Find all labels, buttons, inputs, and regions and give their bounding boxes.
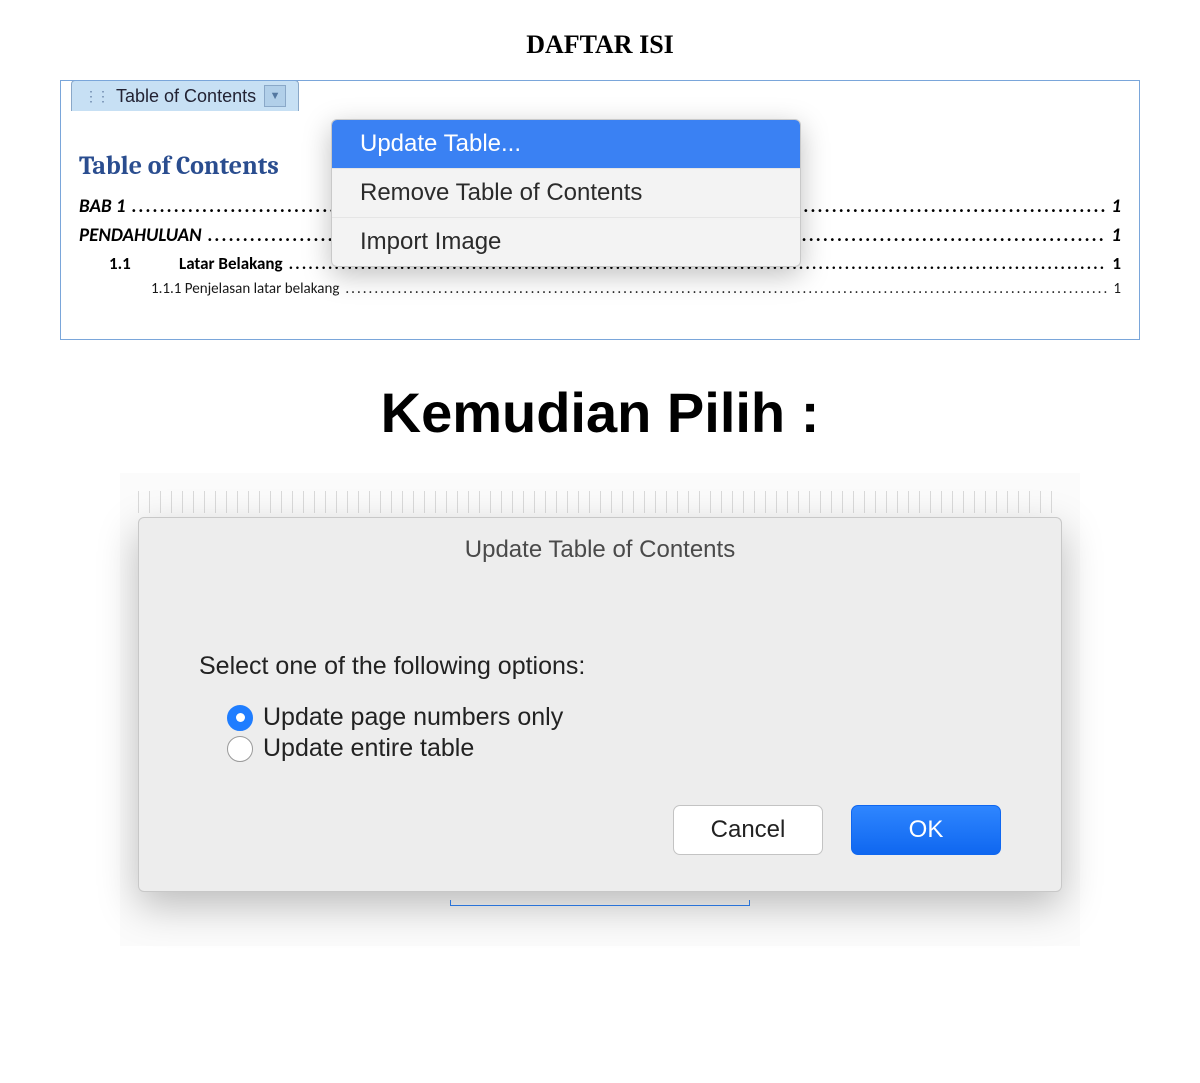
radio-label: Update entire table	[263, 734, 474, 763]
ok-button[interactable]: OK	[851, 805, 1001, 855]
dialog-backdrop: Update Table of Contents Select one of t…	[120, 473, 1080, 946]
drag-handle-icon[interactable]: ⋮⋮	[84, 88, 108, 105]
dialog-prompt: Select one of the following options:	[199, 652, 1001, 681]
radio-label: Update page numbers only	[263, 703, 563, 732]
toc-entry-page: 1	[1111, 224, 1121, 247]
chevron-down-icon[interactable]	[264, 85, 286, 107]
toc-entry-label: PENDAHULUAN	[79, 224, 202, 247]
update-toc-dialog: Update Table of Contents Select one of t…	[138, 517, 1062, 892]
toc-leader-dots	[345, 280, 1107, 298]
toc-entry-label: BAB 1	[79, 195, 126, 218]
toc-sub2entry-label: 1.1.1 Penjelasan latar belakang	[151, 280, 339, 298]
dialog-title: Update Table of Contents	[139, 518, 1061, 582]
menu-item-remove-toc[interactable]: Remove Table of Contents	[332, 168, 800, 217]
menu-item-import-image[interactable]: Import Image	[332, 217, 800, 266]
context-menu: Update Table... Remove Table of Contents…	[331, 119, 801, 267]
ruler-icon	[138, 491, 1062, 513]
toc-container[interactable]: ⋮⋮ Table of Contents Update Table... Rem…	[60, 80, 1140, 340]
page-title: DAFTAR ISI	[60, 30, 1140, 60]
dialog-button-row: Cancel OK	[139, 805, 1061, 855]
radio-update-page-numbers[interactable]: Update page numbers only	[199, 703, 1001, 732]
toc-entry-page: 1	[1111, 195, 1121, 218]
toc-sub2entry-page: 1	[1113, 280, 1121, 298]
toc-tab-label: Table of Contents	[116, 86, 256, 107]
radio-update-entire-table[interactable]: Update entire table	[199, 734, 1001, 763]
toc-subentry-page: 1	[1112, 253, 1121, 274]
toc-sub2entry[interactable]: 1.1.1 Penjelasan latar belakang 1	[79, 280, 1121, 298]
instruction-text: Kemudian Pilih :	[60, 380, 1140, 445]
selection-indicator	[450, 900, 750, 906]
toc-field-tab[interactable]: ⋮⋮ Table of Contents	[71, 80, 299, 111]
radio-icon[interactable]	[227, 736, 253, 762]
menu-item-update-table[interactable]: Update Table...	[332, 120, 800, 168]
dialog-body: Select one of the following options: Upd…	[139, 582, 1061, 805]
cancel-button[interactable]: Cancel	[673, 805, 823, 855]
radio-icon[interactable]	[227, 705, 253, 731]
toc-subentry-label: 1.1Latar Belakang	[109, 253, 283, 274]
